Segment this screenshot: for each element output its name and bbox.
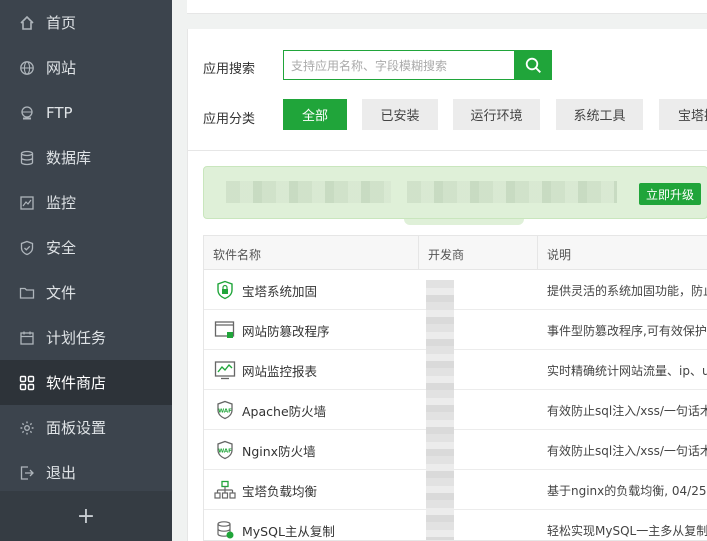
sidebar-item-label: 退出 <box>46 464 77 482</box>
app-description: 轻松实现MySQL一主多从复制 <box>547 524 707 538</box>
app-description: 实时精确统计网站流量、ip、u <box>547 364 707 378</box>
upgrade-now-button[interactable]: 立即升级 <box>639 183 701 205</box>
grid-icon <box>19 375 35 391</box>
software-store-panel: 应用搜索 支持应用名称、字段模糊搜索 应用分类 全部 已安装 运行环境 系统工具… <box>187 29 707 541</box>
upgrade-banner: 立即升级 <box>203 166 707 225</box>
sidebar-item-website[interactable]: 网站 <box>0 45 172 90</box>
logout-icon <box>19 465 35 481</box>
folder-icon <box>19 285 35 301</box>
ftp-icon <box>19 105 35 121</box>
app-name: 宝塔负载均衡 <box>242 484 318 499</box>
gear-icon <box>19 420 35 436</box>
web-lock-icon <box>214 319 236 341</box>
sidebar-item-files[interactable]: 文件 <box>0 270 172 315</box>
search-icon <box>525 57 542 74</box>
sidebar-item-settings[interactable]: 面板设置 <box>0 405 172 450</box>
sidebar-item-cron[interactable]: 计划任务 <box>0 315 172 360</box>
software-table: 软件名称 开发商 说明 宝塔系统加固 提供灵活的系统加固功能，防止 网站防篡改程… <box>203 235 707 541</box>
app-name: 网站防篡改程序 <box>242 324 330 339</box>
developer-column-redacted <box>426 280 454 540</box>
sidebar-item-label: 文件 <box>46 284 77 302</box>
search-input[interactable]: 支持应用名称、字段模糊搜索 <box>283 50 515 80</box>
plus-icon: + <box>76 503 96 529</box>
app-description: 事件型防篡改程序,可有效保护 <box>547 324 707 338</box>
sidebar-item-logout[interactable]: 退出 <box>0 450 172 495</box>
category-installed-button[interactable]: 已安装 <box>362 99 438 130</box>
banner-decoration <box>404 219 524 225</box>
table-row[interactable]: 宝塔负载均衡 基于nginx的负载均衡, 04/25 <box>204 470 707 510</box>
sidebar: 首页 网站 FTP 数据库 监控 安全 文件 计划任务 软件商店 面板设置 退出… <box>0 0 172 541</box>
svg-text:WAF: WAF <box>218 449 232 455</box>
sidebar-item-label: 安全 <box>46 239 77 257</box>
sidebar-item-label: 首页 <box>46 14 77 32</box>
divider <box>418 236 419 270</box>
category-bt-plugins-button[interactable]: 宝塔插 <box>659 99 707 130</box>
sidebar-item-software-store[interactable]: 软件商店 <box>0 360 172 405</box>
table-header: 软件名称 开发商 说明 <box>204 236 707 270</box>
home-icon <box>19 15 35 31</box>
app-name: 网站监控报表 <box>242 364 318 379</box>
table-row[interactable]: 宝塔系统加固 提供灵活的系统加固功能，防止 <box>204 270 707 310</box>
sidebar-item-label: 计划任务 <box>46 329 107 347</box>
chart-report-icon <box>214 359 236 381</box>
table-row[interactable]: MySQL主从复制 轻松实现MySQL一主多从复制 <box>204 510 707 540</box>
divider <box>188 150 707 151</box>
sidebar-item-monitor[interactable]: 监控 <box>0 180 172 225</box>
monitor-icon <box>19 195 35 211</box>
app-description: 有效防止sql注入/xss/一句话木 <box>547 444 707 458</box>
app-name: MySQL主从复制 <box>242 524 335 539</box>
category-all-button[interactable]: 全部 <box>283 99 347 130</box>
sidebar-item-label: FTP <box>46 103 73 122</box>
divider <box>537 236 538 270</box>
app-name: 宝塔系统加固 <box>242 284 318 299</box>
app-name: Nginx防火墙 <box>242 444 316 459</box>
column-header-description: 说明 <box>547 248 572 262</box>
shield-icon <box>19 240 35 256</box>
search-button[interactable] <box>514 50 552 80</box>
table-row[interactable]: WAF Apache防火墙 有效防止sql注入/xss/一句话木 <box>204 390 707 430</box>
lock-shield-icon <box>214 279 236 301</box>
sidebar-item-label: 监控 <box>46 194 77 212</box>
sidebar-add-button[interactable]: + <box>0 491 172 541</box>
app-description: 提供灵活的系统加固功能，防止 <box>547 284 707 298</box>
table-row[interactable]: WAF Nginx防火墙 有效防止sql注入/xss/一句话木 <box>204 430 707 470</box>
waf-shield-icon: WAF <box>214 439 236 461</box>
sidebar-item-security[interactable]: 安全 <box>0 225 172 270</box>
sidebar-item-label: 网站 <box>46 59 77 77</box>
globe-icon <box>19 60 35 76</box>
sidebar-item-label: 数据库 <box>46 149 92 167</box>
waf-shield-icon: WAF <box>214 399 236 421</box>
svg-text:WAF: WAF <box>218 409 232 415</box>
database-sync-icon <box>214 519 236 540</box>
load-balance-icon <box>214 479 236 501</box>
sidebar-item-label: 软件商店 <box>46 374 107 392</box>
sidebar-item-ftp[interactable]: FTP <box>0 90 172 135</box>
top-panel <box>187 0 707 14</box>
sidebar-item-home[interactable]: 首页 <box>0 0 172 45</box>
app-name: Apache防火墙 <box>242 404 327 419</box>
sidebar-item-database[interactable]: 数据库 <box>0 135 172 180</box>
schedule-icon <box>19 330 35 346</box>
category-label: 应用分类 <box>203 112 256 127</box>
table-row[interactable]: 网站监控报表 实时精确统计网站流量、ip、u <box>204 350 707 390</box>
database-icon <box>19 150 35 166</box>
sidebar-item-label: 面板设置 <box>46 419 107 437</box>
app-description: 有效防止sql注入/xss/一句话木 <box>547 404 707 418</box>
category-system-tools-button[interactable]: 系统工具 <box>556 99 643 130</box>
app-description: 基于nginx的负载均衡, 04/25 <box>547 484 707 498</box>
column-header-developer: 开发商 <box>428 248 465 262</box>
column-header-name: 软件名称 <box>213 248 262 262</box>
banner-text-redacted <box>407 181 617 203</box>
category-runtime-button[interactable]: 运行环境 <box>453 99 540 130</box>
table-row[interactable]: 网站防篡改程序 事件型防篡改程序,可有效保护 <box>204 310 707 350</box>
banner-text-redacted <box>226 181 391 203</box>
search-label: 应用搜索 <box>203 62 256 77</box>
